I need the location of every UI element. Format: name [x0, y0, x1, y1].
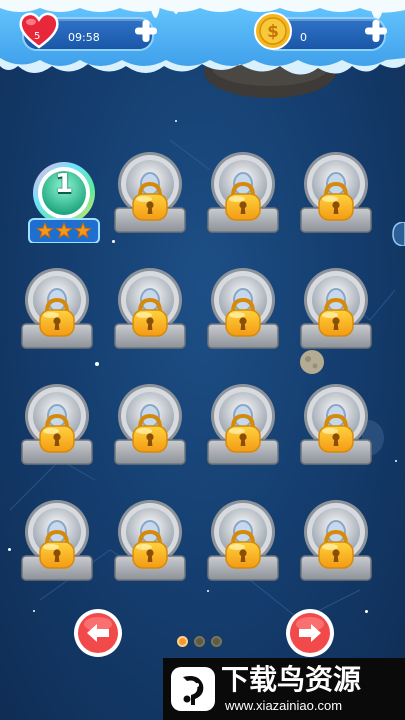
- star-sparkle: [365, 610, 368, 613]
- page-dot-3[interactable]: [211, 636, 222, 647]
- side-panel-tab[interactable]: [389, 222, 405, 246]
- locked-level-6-button[interactable]: [111, 264, 189, 352]
- locked-level-4-button[interactable]: [297, 148, 375, 236]
- padlock-icon: [114, 500, 186, 581]
- bird-logo-icon: [171, 667, 215, 711]
- locked-level-14-button[interactable]: [111, 496, 189, 584]
- locked-level-11-button[interactable]: [204, 380, 282, 468]
- page-dot-1[interactable]: [177, 636, 188, 647]
- watermark-url: www.xiazainiao.com: [225, 698, 343, 713]
- locked-level-3-button[interactable]: [204, 148, 282, 236]
- heart-icon: [19, 12, 59, 49]
- svg-text:$: $: [267, 22, 279, 42]
- star-sparkle: [95, 362, 99, 366]
- dollar-coin-icon: $: [254, 12, 292, 50]
- level-select-screen: 5 09:58 $ 0 1 下载鸟资源 www.xiazainiao.com: [0, 0, 405, 720]
- locked-level-16-button[interactable]: [297, 496, 375, 584]
- star-sparkle: [112, 240, 115, 243]
- life-refill-timer: 09:58: [68, 31, 100, 44]
- padlock-icon: [207, 152, 279, 233]
- level-1-button[interactable]: 1: [23, 155, 105, 243]
- padlock-icon: [21, 384, 93, 465]
- star-sparkle: [8, 548, 11, 551]
- padlock-icon: [300, 500, 372, 581]
- star-sparkle: [395, 460, 397, 462]
- locked-level-5-button[interactable]: [18, 264, 96, 352]
- padlock-icon: [300, 152, 372, 233]
- locked-level-12-button[interactable]: [297, 380, 375, 468]
- coin-count: 0: [300, 31, 307, 44]
- add-lives-button[interactable]: [133, 18, 159, 44]
- locked-level-13-button[interactable]: [18, 496, 96, 584]
- locked-level-7-button[interactable]: [204, 264, 282, 352]
- padlock-icon: [21, 500, 93, 581]
- padlock-icon: [207, 268, 279, 349]
- star-sparkle: [33, 610, 35, 612]
- previous-page-button[interactable]: [72, 607, 124, 659]
- level-number: 1: [54, 169, 74, 199]
- locked-level-2-button[interactable]: [111, 148, 189, 236]
- locked-level-10-button[interactable]: [111, 380, 189, 468]
- padlock-icon: [114, 268, 186, 349]
- star-sparkle: [207, 590, 209, 592]
- padlock-icon: [300, 268, 372, 349]
- padlock-icon: [114, 384, 186, 465]
- padlock-icon: [300, 384, 372, 465]
- watermark-banner: 下载鸟资源 www.xiazainiao.com: [163, 658, 405, 720]
- locked-level-8-button[interactable]: [297, 264, 375, 352]
- padlock-icon: [114, 152, 186, 233]
- padlock-icon: [207, 500, 279, 581]
- locked-level-15-button[interactable]: [204, 496, 282, 584]
- star-sparkle: [175, 120, 177, 122]
- next-page-button[interactable]: [284, 607, 336, 659]
- locked-level-9-button[interactable]: [18, 380, 96, 468]
- padlock-icon: [207, 384, 279, 465]
- add-coins-button[interactable]: [363, 18, 389, 44]
- watermark-title: 下载鸟资源: [221, 663, 362, 696]
- lives-count: 5: [34, 31, 41, 42]
- page-dot-2[interactable]: [194, 636, 205, 647]
- padlock-icon: [21, 268, 93, 349]
